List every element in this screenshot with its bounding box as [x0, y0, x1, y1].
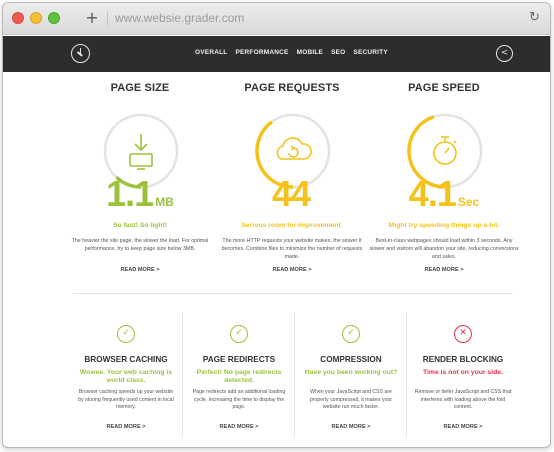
cloud-refresh-icon — [276, 137, 312, 160]
card-verdict: Have you been working out? — [304, 369, 398, 376]
card-description: Remove or defer JavaScript and CSS that … — [414, 389, 512, 410]
new-tab-icon[interactable]: + — [83, 9, 101, 27]
read-more-link[interactable]: READ MORE > — [369, 267, 519, 273]
nav-link-overall[interactable]: OVERALL — [195, 49, 227, 56]
browser-titlebar: + www.websie.grader.com ↻ — [3, 3, 550, 35]
maximize-window-button[interactable] — [48, 12, 60, 24]
read-more-link[interactable]: READ MORE > — [65, 267, 215, 273]
card-title: BROWSER CACHING — [84, 355, 168, 364]
metric-page-requests: PAGE REQUESTS 44 Serious room for improv… — [217, 82, 367, 273]
metric-description: Best-in-class webpages should load withi… — [369, 238, 519, 260]
card-title: RENDER BLOCKING — [422, 355, 504, 364]
section-divider — [73, 293, 513, 294]
read-more-link[interactable]: READ MORE > — [70, 424, 182, 430]
card-title: COMPRESSION — [320, 355, 382, 364]
check-circle-icon: ✓ — [230, 325, 248, 343]
metric-description: The more HTTP requests your website make… — [221, 238, 363, 260]
address-bar-divider — [107, 11, 108, 26]
nav-link-seo[interactable]: SEO — [331, 49, 345, 56]
nav-link-performance[interactable]: PERFORMANCE — [235, 49, 288, 56]
address-bar[interactable]: www.websie.grader.com — [115, 11, 244, 25]
card-browser-caching: ✓ BROWSER CACHING Wowee. Your web cachin… — [70, 313, 182, 438]
card-page-redirects: ✓ PAGE REDIRECTS Perfect! No page redire… — [182, 313, 294, 438]
stopwatch-icon — [433, 136, 457, 165]
metric-number: 44 — [271, 173, 311, 214]
check-circle-icon: ✓ — [117, 325, 135, 343]
metric-title: PAGE SPEED — [408, 82, 480, 94]
metric-verdict: So fast! So light! — [113, 222, 167, 229]
speedometer-icon[interactable] — [71, 44, 90, 63]
metric-verdict: Might try speeding things up a bit. — [388, 222, 500, 229]
read-more-link[interactable]: READ MORE > — [183, 424, 295, 430]
metric-unit: MB — [155, 195, 174, 209]
browser-window: + www.websie.grader.com ↻ OVERALL PERFOR… — [2, 2, 551, 448]
check-circle-icon: ✓ — [342, 325, 360, 343]
read-more-link[interactable]: READ MORE > — [217, 267, 367, 273]
site-navbar: OVERALL PERFORMANCE MOBILE SEO SECURITY … — [3, 36, 550, 72]
card-verdict: Wowee. Your web caching is world class. — [79, 369, 173, 384]
metric-number: 4.1 — [408, 173, 457, 214]
metric-unit: Sec — [457, 195, 480, 209]
metric-number: 1.1 — [106, 173, 154, 214]
read-more-link[interactable]: READ MORE > — [295, 424, 407, 430]
metric-title: PAGE REQUESTS — [244, 82, 340, 94]
x-circle-icon: ✕ — [454, 325, 472, 343]
card-title: PAGE REDIRECTS — [202, 355, 276, 364]
read-more-link[interactable]: READ MORE > — [407, 424, 519, 430]
metric-value: 44 — [217, 176, 367, 220]
share-icon[interactable]: < — [496, 45, 513, 62]
card-verdict: Perfect! No page redirects detected. — [196, 369, 282, 384]
metric-value: 1.1 MB — [65, 176, 215, 220]
download-icon — [129, 134, 153, 170]
metric-title: PAGE SIZE — [110, 82, 170, 94]
metric-value: 4.1 Sec — [369, 176, 519, 220]
card-description: Page redirects add an additional loading… — [192, 389, 286, 410]
card-render-blocking: ✕ RENDER BLOCKING Time is not on your si… — [406, 313, 518, 438]
card-description: Browser caching speeds up your website b… — [78, 389, 174, 410]
nav-link-security[interactable]: SECURITY — [353, 49, 387, 56]
metric-page-speed: PAGE SPEED 4.1 Sec Might try speeding thi… — [369, 82, 519, 273]
close-window-button[interactable] — [12, 12, 24, 24]
metric-description: The heavier the site page, the slower th… — [71, 238, 209, 252]
metric-verdict: Serious room for improvement. — [241, 222, 343, 229]
reload-icon[interactable]: ↻ — [529, 10, 540, 25]
minimize-window-button[interactable] — [30, 12, 42, 24]
card-compression: ✓ COMPRESSION Have you been working out?… — [294, 313, 406, 438]
card-verdict: Time is not on your side. — [423, 369, 503, 376]
card-description: When your JavaScript and CSS are properl… — [309, 389, 393, 410]
nav-link-mobile[interactable]: MOBILE — [297, 49, 323, 56]
metric-page-size: PAGE SIZE 1.1 MB So fast! So light! The h… — [65, 82, 215, 273]
nav-links: OVERALL PERFORMANCE MOBILE SEO SECURITY — [195, 49, 388, 56]
